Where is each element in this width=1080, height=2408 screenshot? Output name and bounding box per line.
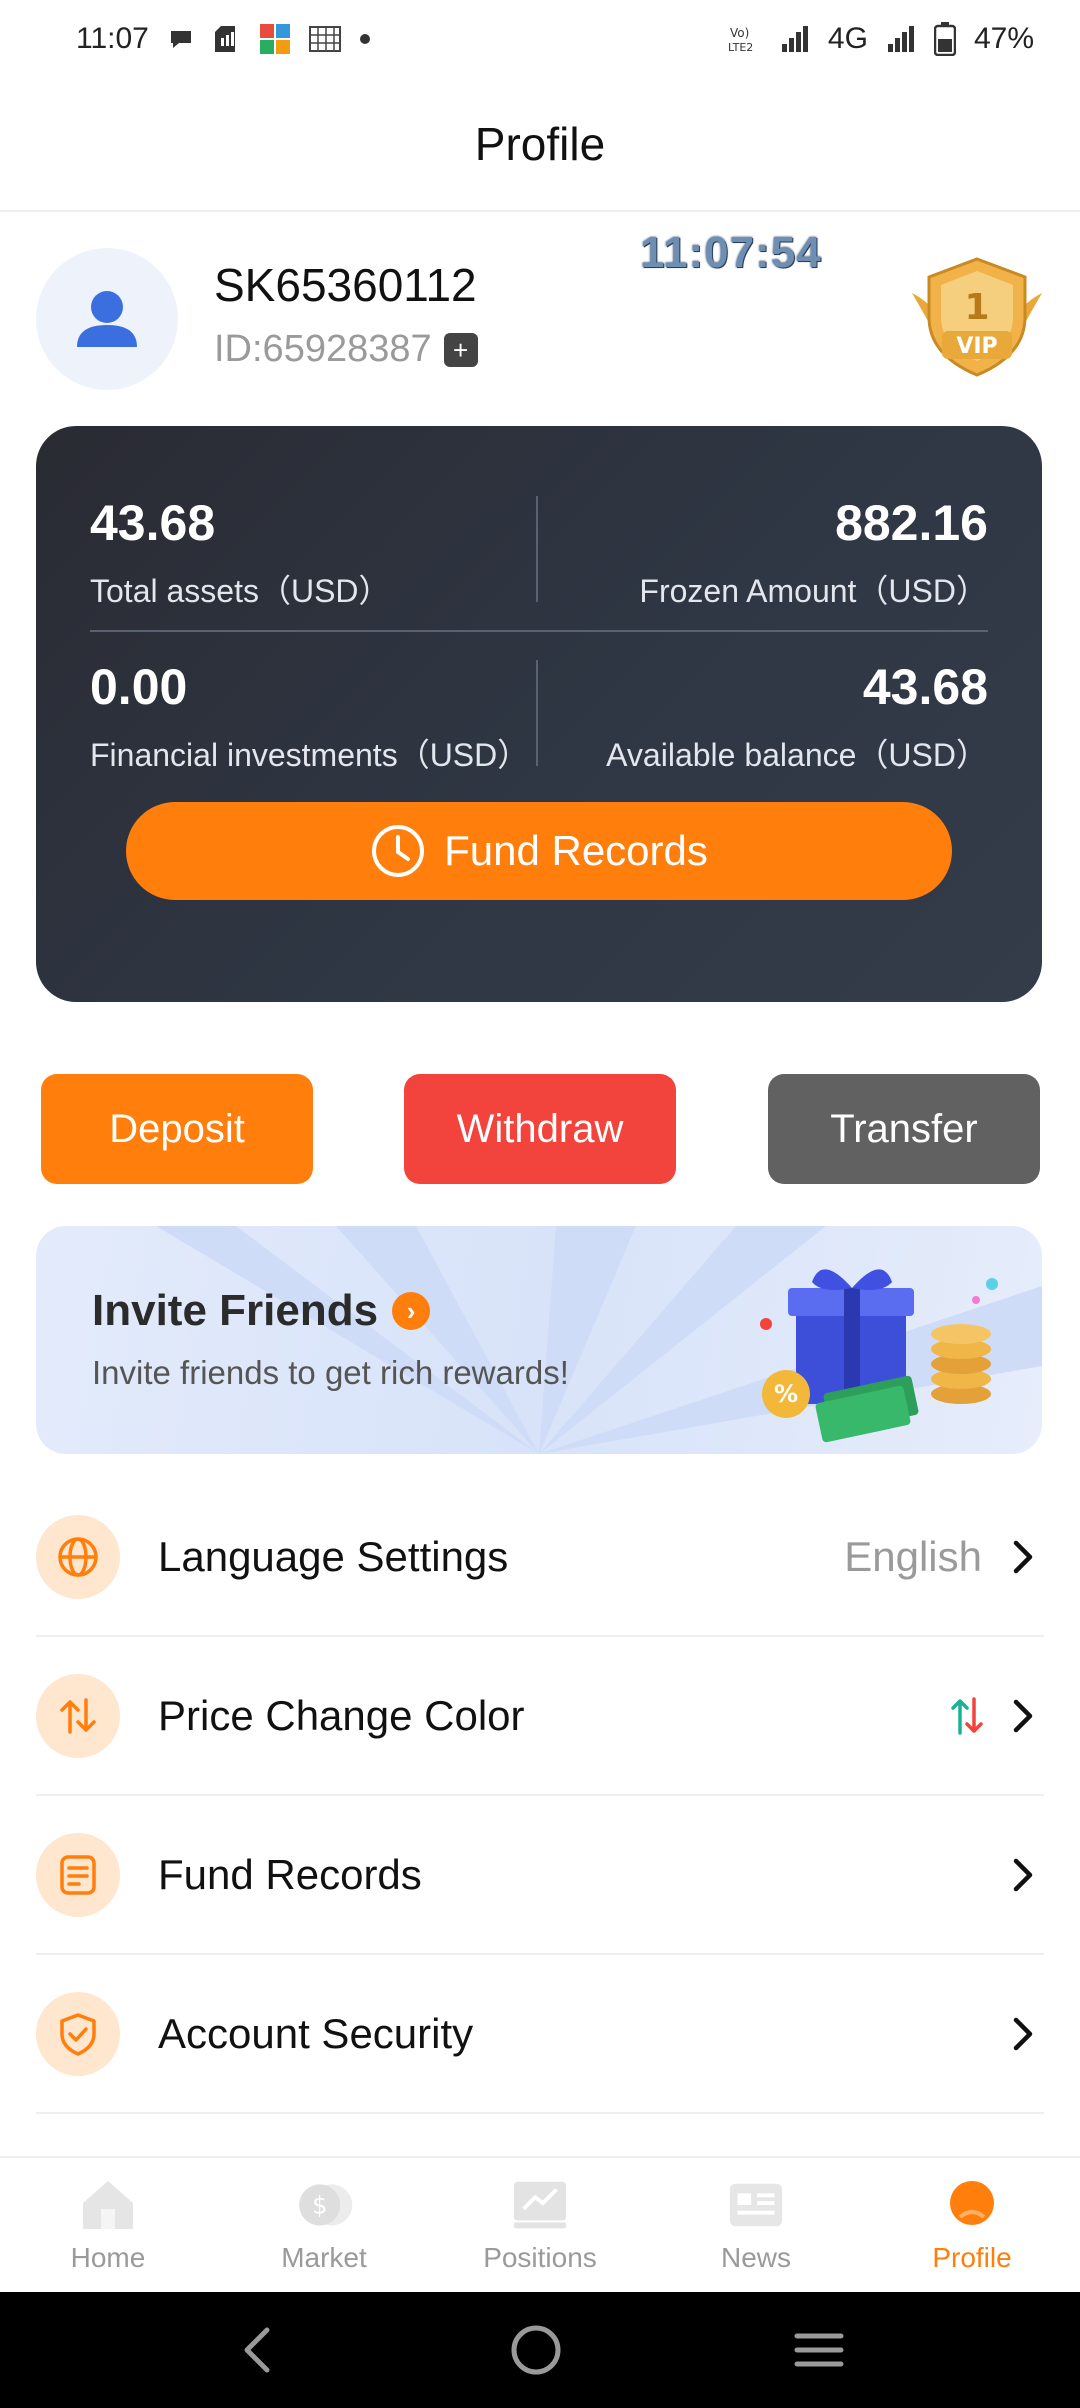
financial-investments-value: 0.00 <box>90 659 188 715</box>
chart-board-icon <box>510 2176 570 2234</box>
settings-list: Language Settings English Price Change C… <box>36 1478 1044 2114</box>
more-notifications-dot-icon <box>359 33 371 45</box>
nav-news-label: News <box>720 2242 791 2273</box>
invite-title-text: Invite Friends <box>92 1286 379 1335</box>
nav-home-label: Home <box>70 2242 146 2273</box>
back-icon[interactable] <box>235 2324 279 2376</box>
newspaper-icon <box>726 2176 786 2234</box>
user-id-row: ID:65928387 + <box>214 328 478 371</box>
profile-section: SK65360112 ID:65928387 + 11:07:54 1 VIP <box>36 228 1046 398</box>
invite-friends-banner[interactable]: Invite Friends › Invite friends to get r… <box>36 1226 1042 1454</box>
clock-icon <box>372 825 425 877</box>
language-value: English <box>844 1532 982 1580</box>
fund-records-label: Fund Records <box>158 1850 422 1898</box>
total-assets-label: Total assets（USD） <box>90 573 391 609</box>
nav-positions-label: Positions <box>483 2242 597 2273</box>
chat-notification-icon <box>167 25 195 53</box>
signal-strength-2-icon <box>886 24 916 54</box>
arrow-right-circle-icon: › <box>392 1292 431 1330</box>
transfer-button[interactable]: Transfer <box>768 1074 1040 1184</box>
volte-icon: Vo) LTE2 <box>728 24 762 54</box>
divider <box>536 496 538 602</box>
status-bar: 11:07 Vo) LTE2 4G 47% <box>0 0 1080 78</box>
chevron-right-icon <box>1013 1540 1033 1573</box>
nav-news[interactable]: News <box>648 2176 864 2274</box>
settings-item-price-change-color[interactable]: Price Change Color <box>36 1637 1044 1796</box>
status-time: 11:07 <box>76 22 149 55</box>
recent-apps-icon[interactable] <box>793 2328 845 2372</box>
home-circle-icon[interactable] <box>508 2322 564 2378</box>
username: SK65360112 <box>214 259 477 311</box>
battery-icon <box>933 22 956 56</box>
invite-friends-title: Invite Friends › <box>92 1286 431 1336</box>
svg-text:Vo): Vo) <box>730 26 749 40</box>
deposit-button[interactable]: Deposit <box>41 1074 313 1184</box>
swap-arrows-icon <box>36 1673 120 1758</box>
asset-card: 43.68 Total assets（USD） 882.16 Frozen Am… <box>36 426 1042 1002</box>
clock-overlay: 11:07:54 <box>640 228 822 277</box>
invite-friends-subtitle: Invite friends to get rich rewards! <box>92 1354 569 1391</box>
user-icon <box>77 291 137 347</box>
shield-check-icon <box>36 1991 120 2076</box>
avatar[interactable] <box>36 248 178 390</box>
language-settings-label: Language Settings <box>158 1532 509 1580</box>
svg-text:%: % <box>774 1380 798 1408</box>
frozen-amount: 882.16 Frozen Amount（USD） <box>528 494 988 612</box>
nav-market[interactable]: $ Market <box>216 2176 432 2274</box>
fund-records-button[interactable]: Fund Records <box>126 802 952 900</box>
up-down-color-arrows-icon <box>951 1696 983 1735</box>
svg-text:$: $ <box>312 2192 327 2220</box>
settings-item-fund-records[interactable]: Fund Records <box>36 1796 1044 1955</box>
app-header: Profile <box>0 78 1080 212</box>
available-balance-label: Available balance（USD） <box>606 737 988 773</box>
page-title: Profile <box>474 118 606 170</box>
financial-investments: 0.00 Financial investments（USD） <box>90 658 550 776</box>
document-list-icon <box>36 1832 120 1917</box>
globe-icon <box>36 1514 120 1599</box>
chevron-right-icon <box>1013 2017 1033 2050</box>
chevron-right-icon <box>1013 1699 1033 1732</box>
nav-profile[interactable]: Profile <box>864 2176 1080 2274</box>
available-balance: 43.68 Available balance（USD） <box>528 658 988 776</box>
chevron-right-icon <box>1013 1858 1033 1891</box>
battery-percent: 47% <box>973 22 1034 55</box>
system-navigation-bar <box>0 2292 1080 2408</box>
price-change-color-label: Price Change Color <box>158 1691 525 1739</box>
copy-icon[interactable]: + <box>443 332 478 367</box>
vip-label: VIP <box>956 334 997 359</box>
settings-item-language[interactable]: Language Settings English <box>36 1478 1044 1637</box>
fund-records-button-label: Fund Records <box>444 827 708 874</box>
frozen-amount-label: Frozen Amount（USD） <box>639 573 988 609</box>
nav-market-label: Market <box>281 2242 367 2273</box>
settings-item-account-security[interactable]: Account Security <box>36 1955 1044 2114</box>
keyboard-notification-icon <box>308 26 341 52</box>
signal-strength-icon <box>780 24 810 54</box>
nav-home[interactable]: Home <box>0 2176 216 2274</box>
available-balance-value: 43.68 <box>862 659 988 715</box>
user-id: ID:65928387 <box>214 328 432 370</box>
total-assets-value: 43.68 <box>90 495 216 551</box>
dollar-coin-icon: $ <box>294 2176 354 2234</box>
app-grid-notification-icon <box>259 23 291 55</box>
status-right: Vo) LTE2 4G 47% <box>728 22 1034 56</box>
vip-level: 1 <box>964 287 989 328</box>
nav-profile-label: Profile <box>932 2242 1012 2273</box>
account-security-label: Account Security <box>158 2009 474 2057</box>
divider <box>536 660 538 766</box>
bottom-navigation: Home $ Market Positions News Profile <box>0 2156 1080 2292</box>
vip-badge-icon[interactable]: 1 VIP <box>902 253 1052 381</box>
profile-icon <box>942 2176 1002 2234</box>
sim-notification-icon <box>213 24 241 54</box>
home-icon <box>78 2176 138 2234</box>
withdraw-button[interactable]: Withdraw <box>404 1074 676 1184</box>
nav-positions[interactable]: Positions <box>432 2176 648 2274</box>
svg-text:LTE2: LTE2 <box>728 41 753 54</box>
gift-coins-illustration-icon: % <box>760 1269 998 1443</box>
divider <box>90 630 988 632</box>
status-left: 11:07 <box>76 22 371 56</box>
total-assets: 43.68 Total assets（USD） <box>90 494 550 612</box>
network-type: 4G <box>827 22 868 55</box>
financial-investments-label: Financial investments（USD） <box>90 737 530 773</box>
frozen-amount-value: 882.16 <box>835 495 988 551</box>
